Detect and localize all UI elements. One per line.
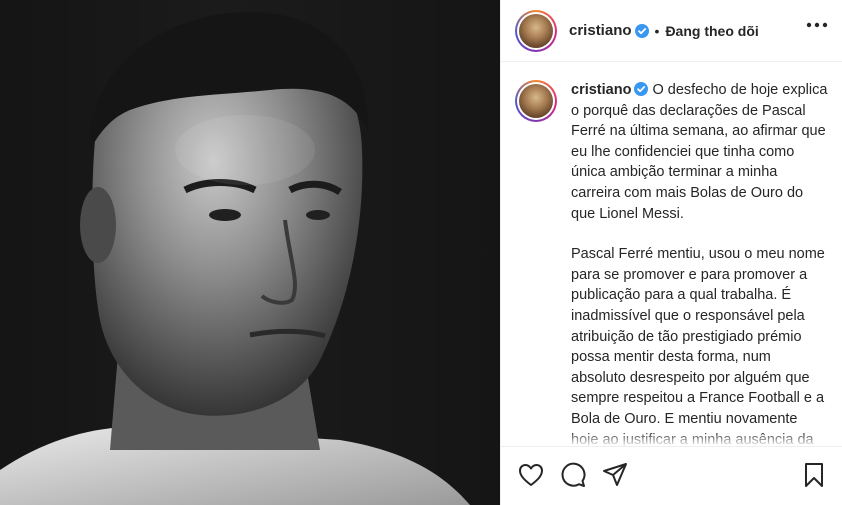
portrait-illustration bbox=[0, 0, 500, 505]
post-photo[interactable] bbox=[0, 0, 500, 505]
caption-verified-badge-icon bbox=[634, 82, 649, 96]
bookmark-icon[interactable] bbox=[800, 461, 828, 489]
comment-icon[interactable] bbox=[559, 461, 587, 489]
instagram-post: cristiano • Đang theo dõi cristiano O de… bbox=[0, 0, 842, 505]
post-header: cristiano • Đang theo dõi bbox=[501, 0, 842, 62]
separator-dot: • bbox=[654, 22, 660, 39]
username-link[interactable]: cristiano bbox=[569, 22, 632, 39]
caption-paragraph-1: O desfecho de hoje explica o porquê das … bbox=[571, 82, 828, 222]
action-bar bbox=[501, 446, 842, 505]
caption-username-link[interactable]: cristiano bbox=[571, 82, 631, 98]
caption: cristiano O desfecho de hoje explica o p… bbox=[515, 80, 828, 491]
heart-icon[interactable] bbox=[517, 461, 545, 489]
share-icon[interactable] bbox=[601, 461, 629, 489]
caption-avatar[interactable] bbox=[515, 80, 557, 122]
verified-badge-icon bbox=[634, 23, 649, 38]
more-options-icon[interactable] bbox=[806, 22, 828, 28]
post-sidebar: cristiano • Đang theo dõi cristiano O de… bbox=[500, 0, 842, 505]
caption-avatar-image bbox=[519, 84, 553, 118]
following-button[interactable]: Đang theo dõi bbox=[665, 23, 758, 39]
caption-fade bbox=[501, 431, 842, 447]
caption-text: cristiano O desfecho de hoje explica o p… bbox=[571, 80, 828, 491]
avatar[interactable] bbox=[515, 9, 557, 52]
avatar-image bbox=[519, 13, 553, 48]
